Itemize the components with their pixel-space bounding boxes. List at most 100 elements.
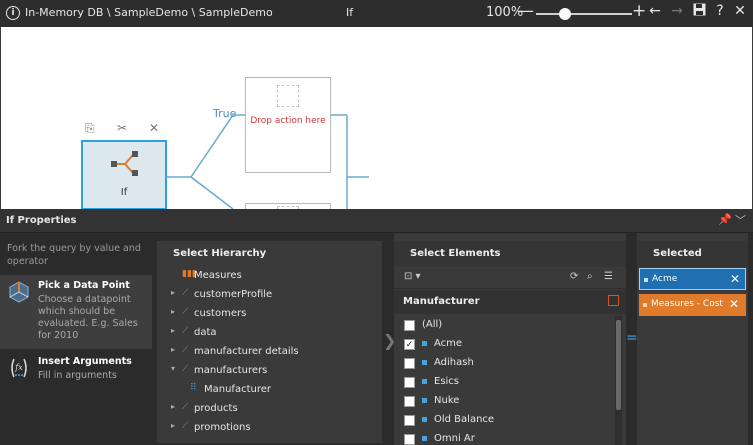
- hierarchy-label: Measures: [194, 270, 242, 281]
- refresh-icon[interactable]: ⟳: [570, 271, 578, 282]
- zoom-in-button[interactable]: +: [632, 1, 646, 21]
- member-icon: [422, 379, 427, 384]
- node-toolbar: ⎘ ✂ ✕: [83, 121, 173, 137]
- hierarchy-item-measures[interactable]: ▮▮▮ Measures: [157, 267, 382, 286]
- element-item[interactable]: Old Balance: [394, 411, 614, 430]
- cut-icon[interactable]: ✂: [117, 121, 127, 135]
- remove-icon[interactable]: ✕: [729, 297, 739, 311]
- zoom-slider-thumb[interactable]: [559, 8, 571, 20]
- placeholder-icon: [277, 85, 299, 107]
- back-icon[interactable]: ←: [646, 3, 664, 23]
- option-pick-data-point[interactable]: Pick a Data Point Choose a datapoint whi…: [0, 275, 152, 349]
- hierarchy-label: data: [194, 327, 217, 338]
- element-item[interactable]: Esics: [394, 373, 614, 392]
- elements-scrollbar[interactable]: [615, 316, 622, 445]
- breadcrumb-path: In-Memory DB \ SampleDemo \ SampleDemo: [25, 6, 273, 19]
- expand-arrow-icon[interactable]: ▸: [171, 421, 175, 430]
- save-icon[interactable]: [690, 3, 708, 23]
- forward-icon[interactable]: →: [668, 3, 686, 23]
- element-item[interactable]: Adihash: [394, 354, 614, 373]
- element-item[interactable]: Nuke: [394, 392, 614, 411]
- element-label: Esics: [434, 376, 460, 387]
- expand-arrow-icon[interactable]: ▸: [171, 402, 175, 411]
- function-icon: fx: [11, 358, 27, 378]
- elements-title: Select Elements: [410, 248, 501, 259]
- hierarchy-item[interactable]: ▸ ⟋ products: [157, 400, 382, 419]
- remove-icon[interactable]: ✕: [730, 272, 740, 286]
- title-bar: i In-Memory DB \ SampleDemo \ SampleDemo…: [0, 0, 753, 27]
- hierarchy-item[interactable]: ▾ ⟋ manufacturers: [157, 362, 382, 381]
- hierarchy-label: promotions: [194, 422, 251, 433]
- element-item-all[interactable]: (All): [394, 316, 614, 335]
- checkbox[interactable]: [404, 358, 415, 369]
- element-label: Adihash: [434, 357, 474, 368]
- pin-icon[interactable]: 📌: [718, 213, 732, 226]
- copy-icon[interactable]: ⎘: [85, 121, 95, 136]
- element-label: Nuke: [434, 395, 460, 406]
- hierarchy-item[interactable]: ▸ ⟋ data: [157, 324, 382, 343]
- help-button[interactable]: ?: [711, 3, 729, 23]
- checkbox[interactable]: [404, 415, 415, 426]
- formula-icon[interactable]: ⊡ ▾: [404, 271, 421, 282]
- dimension-icon: ⟋: [182, 364, 189, 374]
- page-title: If: [346, 6, 354, 19]
- search-icon[interactable]: ⌕: [587, 271, 593, 282]
- hierarchy-item[interactable]: ▸ ⟋ customers: [157, 305, 382, 324]
- selected-item-measures-cost[interactable]: Measures - Cost ✕: [639, 294, 746, 316]
- expand-arrow-icon[interactable]: ▸: [171, 326, 175, 335]
- checkbox[interactable]: [404, 396, 415, 407]
- clear-selection-icon[interactable]: [608, 295, 619, 306]
- app-window: i In-Memory DB \ SampleDemo \ SampleDemo…: [0, 0, 753, 445]
- expand-arrow-icon[interactable]: ▸: [171, 307, 175, 316]
- hierarchy-label: customers: [194, 308, 247, 319]
- hierarchy-item[interactable]: ▸ ⟋ customerProfile: [157, 286, 382, 305]
- dimension-icon: ⟋: [182, 421, 189, 431]
- true-branch-label: True: [213, 107, 237, 120]
- expand-arrow-icon[interactable]: ▸: [171, 288, 175, 297]
- hierarchy-item[interactable]: ▸ ⟋ promotions: [157, 419, 382, 438]
- checkbox[interactable]: [404, 377, 415, 388]
- panel-splitter: ❯: [382, 233, 396, 445]
- expand-arrow-icon[interactable]: ▸: [171, 345, 175, 354]
- element-label: Acme: [434, 338, 463, 349]
- level-icon: ⠿: [190, 383, 197, 393]
- properties-panel: If Properties 📌 ﹀ Fork the query by valu…: [0, 209, 753, 445]
- selected-label: Acme: [652, 274, 678, 284]
- hierarchy-item[interactable]: ▸ ⟋ manufacturer details: [157, 343, 382, 362]
- dimension-icon: ⟋: [182, 307, 189, 317]
- element-item[interactable]: ✓ Acme: [394, 335, 614, 354]
- collapse-arrow-icon[interactable]: ▾: [171, 364, 175, 373]
- checkbox-checked[interactable]: ✓: [404, 339, 415, 350]
- hierarchy-item[interactable]: ⠿ Manufacturer: [157, 381, 382, 400]
- hierarchy-label: products: [194, 403, 238, 414]
- close-button[interactable]: ✕: [731, 3, 749, 23]
- if-node-label: If: [120, 187, 128, 198]
- zoom-out-button[interactable]: —: [517, 1, 534, 21]
- member-icon: [422, 341, 427, 346]
- checkbox[interactable]: [404, 434, 415, 445]
- workflow-canvas[interactable]: ⎘ ✂ ✕ If True Drop action here: [0, 27, 753, 209]
- checkbox[interactable]: [404, 320, 415, 331]
- scrollbar-thumb[interactable]: [616, 320, 621, 410]
- selected-item-acme[interactable]: Acme ✕: [639, 268, 746, 290]
- dimension-icon: ⟋: [182, 288, 189, 298]
- hierarchy-label: manufacturers: [194, 365, 268, 376]
- delete-icon[interactable]: ✕: [149, 121, 159, 135]
- elements-header: Select Elements: [394, 241, 626, 267]
- properties-title: If Properties: [6, 215, 77, 226]
- selected-label: Measures - Cost: [651, 299, 723, 309]
- info-icon[interactable]: i: [6, 6, 20, 20]
- elements-list: (All) ✓ Acme Adihash Esics Nuke Old Bala…: [394, 314, 614, 445]
- element-item[interactable]: Omni Ar: [394, 430, 614, 445]
- drop-action-box[interactable]: Drop action here: [245, 77, 331, 173]
- properties-description: Fork the query by value and operator: [7, 243, 141, 267]
- svg-text:fx: fx: [14, 363, 23, 372]
- dimension-icon: ⟋: [182, 345, 189, 355]
- zoom-slider-track[interactable]: [536, 13, 632, 15]
- hierarchy-panel: Select Hierarchy ▮▮▮ Measures ▸ ⟋ custom…: [157, 233, 382, 445]
- collapse-icon[interactable]: ﹀: [735, 212, 746, 228]
- member-icon: [422, 417, 427, 422]
- option-insert-arguments[interactable]: fx Insert Arguments Fill in arguments: [0, 351, 152, 385]
- if-node[interactable]: If: [81, 140, 167, 209]
- hierarchy-view-icon[interactable]: ☰: [604, 271, 613, 282]
